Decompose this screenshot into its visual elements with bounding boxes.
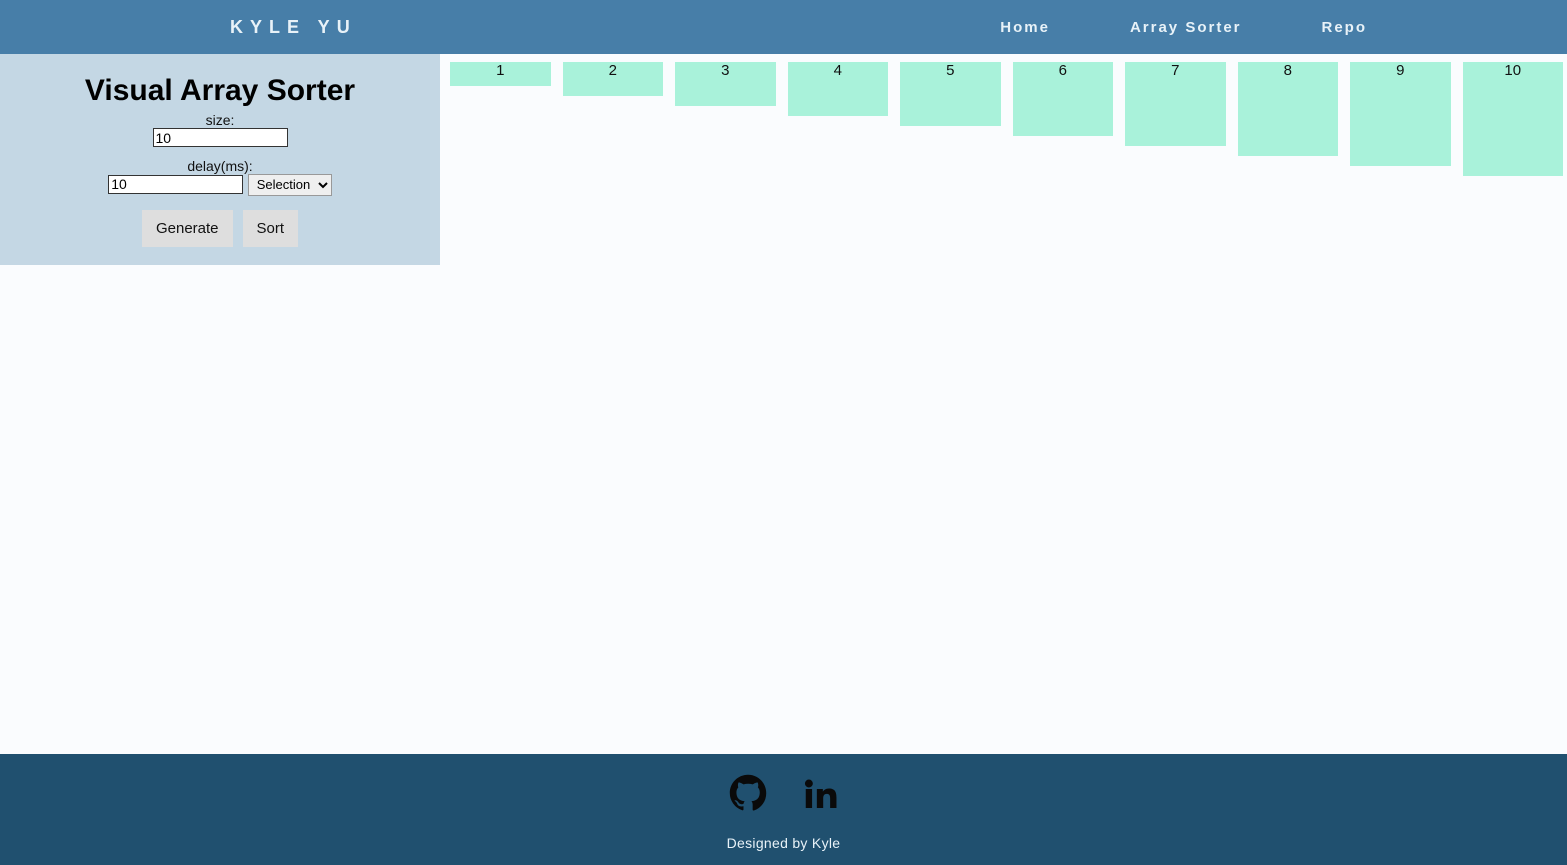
generate-button[interactable]: Generate bbox=[142, 210, 233, 247]
footer-icons bbox=[0, 774, 1567, 817]
size-label: size: bbox=[0, 112, 440, 128]
nav-link-repo[interactable]: Repo bbox=[1322, 19, 1368, 36]
bars-container: 12345678910 bbox=[440, 54, 1567, 176]
navbar: KYLE YU Home Array Sorter Repo bbox=[0, 0, 1567, 54]
nav-link-array-sorter[interactable]: Array Sorter bbox=[1130, 19, 1242, 36]
array-bar: 3 bbox=[675, 62, 776, 106]
array-bar: 10 bbox=[1463, 62, 1564, 176]
delay-label: delay(ms): bbox=[0, 158, 440, 174]
nav-link-home[interactable]: Home bbox=[1000, 19, 1050, 36]
array-bar: 6 bbox=[1013, 62, 1114, 136]
footer: Designed by Kyle bbox=[0, 754, 1567, 865]
array-bar: 5 bbox=[900, 62, 1001, 126]
algorithm-select[interactable]: Selection bbox=[248, 174, 332, 196]
array-bar: 4 bbox=[788, 62, 889, 116]
page-title: Visual Array Sorter bbox=[0, 74, 440, 108]
sort-button[interactable]: Sort bbox=[243, 210, 299, 247]
github-icon[interactable] bbox=[729, 774, 767, 817]
nav-links: Home Array Sorter Repo bbox=[1000, 19, 1367, 36]
array-bar: 7 bbox=[1125, 62, 1226, 146]
array-bar: 1 bbox=[450, 62, 551, 86]
control-panel: Visual Array Sorter size: delay(ms): Sel… bbox=[0, 54, 440, 265]
linkedin-icon[interactable] bbox=[801, 774, 839, 817]
brand-title[interactable]: KYLE YU bbox=[230, 17, 357, 38]
array-bar: 9 bbox=[1350, 62, 1451, 166]
delay-input[interactable] bbox=[108, 175, 243, 194]
array-bar: 8 bbox=[1238, 62, 1339, 156]
content-area: Visual Array Sorter size: delay(ms): Sel… bbox=[0, 54, 1567, 754]
size-input[interactable] bbox=[153, 128, 288, 147]
footer-text: Designed by Kyle bbox=[0, 835, 1567, 851]
array-bar: 2 bbox=[563, 62, 664, 96]
